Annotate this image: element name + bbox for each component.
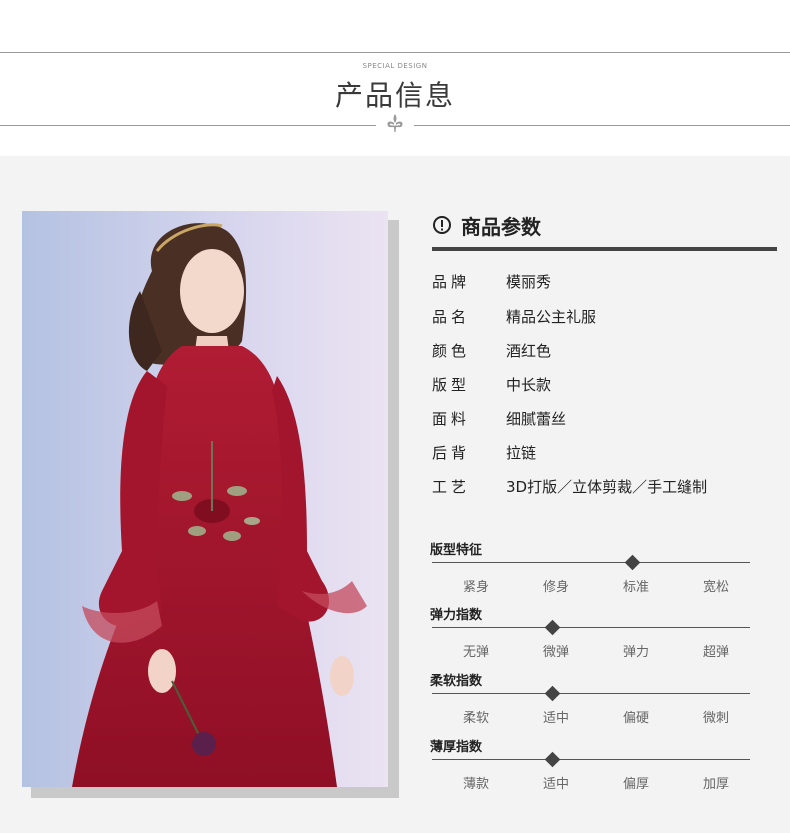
scale-option: 微弹: [542, 645, 569, 660]
param-key: 面料: [432, 410, 471, 428]
product-photo: [22, 211, 388, 787]
param-key: 品牌: [432, 273, 471, 291]
header-divider-top: [0, 52, 790, 53]
param-value: 中长款: [506, 376, 552, 394]
scale-title: 弹力指数: [430, 608, 483, 623]
model-illustration: [22, 211, 388, 787]
scale-option: 修身: [542, 580, 569, 595]
header-divider-left: [0, 125, 376, 126]
param-value: 精品公主礼服: [506, 308, 597, 326]
scale-title: 版型特征: [430, 543, 483, 558]
scale-option: 超弹: [702, 645, 729, 660]
param-key: 版型: [432, 376, 471, 394]
scale-option: 弹力: [622, 645, 649, 660]
scale-option: 标准: [622, 580, 649, 595]
scale-track: [432, 693, 750, 694]
scale-option: 微刺: [702, 711, 729, 726]
param-value: 细腻蕾丝: [506, 410, 567, 428]
scale-track: [432, 759, 750, 760]
param-value: 拉链: [506, 444, 537, 462]
scale-option: 无弹: [462, 645, 489, 660]
param-value: 酒红色: [506, 342, 552, 360]
scale-option: 适中: [542, 777, 569, 792]
param-key: 后背: [432, 444, 471, 462]
scale-title: 柔软指数: [430, 674, 483, 689]
exclamation-circle-icon: [433, 216, 451, 234]
param-key: 工艺: [432, 478, 471, 496]
scale-option: 加厚: [702, 777, 729, 792]
param-value: 3D打版／立体剪裁／手工缝制: [506, 478, 708, 496]
scale-option: 宽松: [702, 580, 729, 595]
scale-title: 薄厚指数: [430, 740, 483, 755]
params-header: 商品参数: [432, 210, 541, 240]
section-title: 产品信息: [334, 79, 455, 112]
param-key: 颜色: [432, 342, 471, 360]
page-header: SPECIAL DESIGN 产品信息: [0, 0, 790, 156]
scale-option: 柔软: [462, 711, 489, 726]
params-title: 商品参数: [461, 214, 541, 239]
scale-option: 偏硬: [622, 711, 649, 726]
param-key: 品名: [432, 308, 471, 326]
scale-track: [432, 627, 750, 628]
scale-option: 紧身: [462, 580, 489, 595]
header-divider-right: [414, 125, 790, 126]
fleur-de-lis-icon: [387, 114, 403, 132]
scale-track: [432, 562, 750, 563]
scale-option: 偏厚: [622, 777, 649, 792]
scale-option: 适中: [542, 711, 569, 726]
special-design-label: SPECIAL DESIGN: [362, 62, 428, 70]
params-underline: [432, 247, 777, 251]
scale-option: 薄款: [462, 777, 489, 792]
param-value: 模丽秀: [506, 273, 552, 291]
